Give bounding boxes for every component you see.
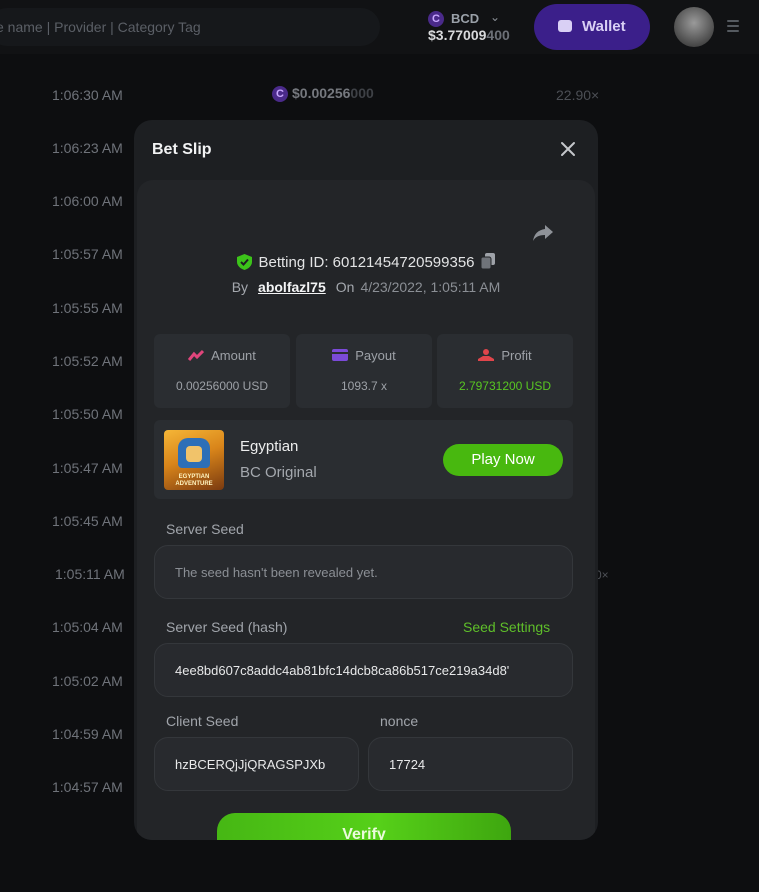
profit-stat: Profit 2.79731200 USD	[437, 334, 573, 408]
payout-stat: Payout 1093.7 x	[296, 334, 432, 408]
menu-icon[interactable]	[727, 20, 739, 32]
game-card: EGYPTIAN ADVENTURE Egyptian BC Original …	[154, 420, 573, 499]
bet-time: 1:05:57 AM	[52, 246, 123, 262]
server-seed-label: Server Seed	[166, 521, 244, 537]
by-label: By	[231, 279, 249, 295]
bet-author-row: By abolfazl75 On 4/23/2022, 1:05:11 AM	[137, 279, 595, 295]
payout-label: Payout	[355, 348, 396, 363]
modal-title: Bet Slip	[152, 141, 212, 158]
balance-amount: $3.77009400	[428, 27, 510, 43]
bet-time: 1:06:30 AM	[52, 87, 123, 103]
server-seed-hash-value: 4ee8bd607c8addc4ab81bfc14dcb8ca86b517ce2…	[175, 663, 510, 678]
currency-label: BCD	[451, 11, 480, 26]
bet-time: 1:06:00 AM	[52, 193, 123, 209]
bet-time: 1:06:23 AM	[52, 140, 123, 156]
profit-label: Profit	[501, 348, 532, 363]
close-icon[interactable]	[558, 139, 578, 159]
game-provider: BC Original	[240, 464, 317, 481]
wallet-icon	[558, 20, 572, 32]
share-icon[interactable]	[532, 224, 554, 242]
bet-time: 1:04:57 AM	[52, 779, 123, 795]
amount-icon	[187, 349, 205, 361]
currency-selector[interactable]: C BCD ⌄ $3.77009400	[428, 10, 524, 46]
bet-date: 4/23/2022, 1:05:11 AM	[360, 279, 501, 295]
bet-time: 1:04:59 AM	[52, 726, 123, 742]
client-seed-label: Client Seed	[166, 713, 239, 729]
client-seed-value: hzBCERQjJjQRAGSPJXb	[175, 757, 326, 772]
client-seed-field[interactable]: hzBCERQjJjQRAGSPJXb	[154, 737, 359, 791]
seed-settings-link[interactable]: Seed Settings	[463, 619, 550, 635]
betting-id-label: Betting ID: 60121454720599356	[258, 254, 475, 271]
on-label: On	[335, 279, 355, 295]
nonce-value: 17724	[389, 757, 426, 772]
profit-value: 2.79731200 USD	[458, 379, 552, 393]
game-name: Egyptian	[240, 438, 299, 455]
wallet-button[interactable]: Wallet	[534, 4, 650, 50]
bet-time: 1:05:47 AM	[52, 460, 123, 476]
bet-stats: Amount 0.00256000 USD Payout 1093.7 x Pr…	[154, 334, 574, 408]
server-seed-hash-label: Server Seed (hash)	[166, 619, 288, 635]
amount-value: 0.00256000 USD	[175, 379, 269, 393]
bet-time: 1:05:50 AM	[52, 406, 123, 422]
list-item[interactable]: 1:06:30 AM C $0.00256000 22.90×	[0, 85, 759, 107]
play-now-button[interactable]: Play Now	[443, 444, 563, 476]
top-bar: e name | Provider | Category Tag C BCD ⌄…	[0, 0, 759, 54]
username-link[interactable]: abolfazl75	[258, 279, 326, 295]
chevron-down-icon: ⌄	[490, 10, 501, 24]
server-seed-field[interactable]: The seed hasn't been revealed yet.	[154, 545, 573, 599]
game-thumbnail-text: EGYPTIAN ADVENTURE	[175, 474, 213, 487]
wallet-label: Wallet	[582, 18, 626, 35]
bet-time: 1:05:45 AM	[52, 513, 123, 529]
search-input[interactable]: e name | Provider | Category Tag	[0, 8, 380, 46]
bet-time: 1:05:02 AM	[52, 673, 123, 689]
amount-label: Amount	[211, 348, 256, 363]
avatar[interactable]	[674, 7, 714, 47]
nonce-field[interactable]: 17724	[368, 737, 573, 791]
payout-card-icon	[332, 349, 349, 361]
payout-value: 1093.7 x	[340, 379, 388, 393]
bet-amount: C $0.00256000	[272, 85, 374, 103]
bet-payout: 22.90×	[556, 87, 600, 103]
nonce-label: nonce	[380, 713, 419, 729]
betting-id: Betting ID: 60121454720599356	[137, 253, 595, 274]
bet-time: 1:05:52 AM	[52, 353, 123, 369]
profit-icon	[478, 349, 495, 361]
bet-slip-modal: Bet Slip Betting ID: 60121454720599356 B…	[134, 120, 598, 840]
copy-icon[interactable]	[480, 253, 495, 273]
shield-check-icon	[237, 254, 253, 274]
search-placeholder: e name | Provider | Category Tag	[0, 19, 201, 35]
verify-button[interactable]: Verify	[217, 813, 511, 840]
bcd-coin-icon: C	[428, 11, 444, 27]
server-seed-hash-field[interactable]: 4ee8bd607c8addc4ab81bfc14dcb8ca86b517ce2…	[154, 643, 573, 697]
bet-details-panel: Betting ID: 60121454720599356 By abolfazl…	[137, 180, 595, 840]
bet-time: 1:05:55 AM	[52, 300, 123, 316]
bet-time: 1:05:04 AM	[52, 619, 123, 635]
game-thumbnail[interactable]: EGYPTIAN ADVENTURE	[164, 430, 224, 490]
amount-stat: Amount 0.00256000 USD	[154, 334, 290, 408]
bcd-coin-icon: C	[272, 86, 288, 103]
server-seed-placeholder: The seed hasn't been revealed yet.	[175, 565, 378, 580]
bet-time: 1:05:11 AM	[55, 566, 125, 582]
